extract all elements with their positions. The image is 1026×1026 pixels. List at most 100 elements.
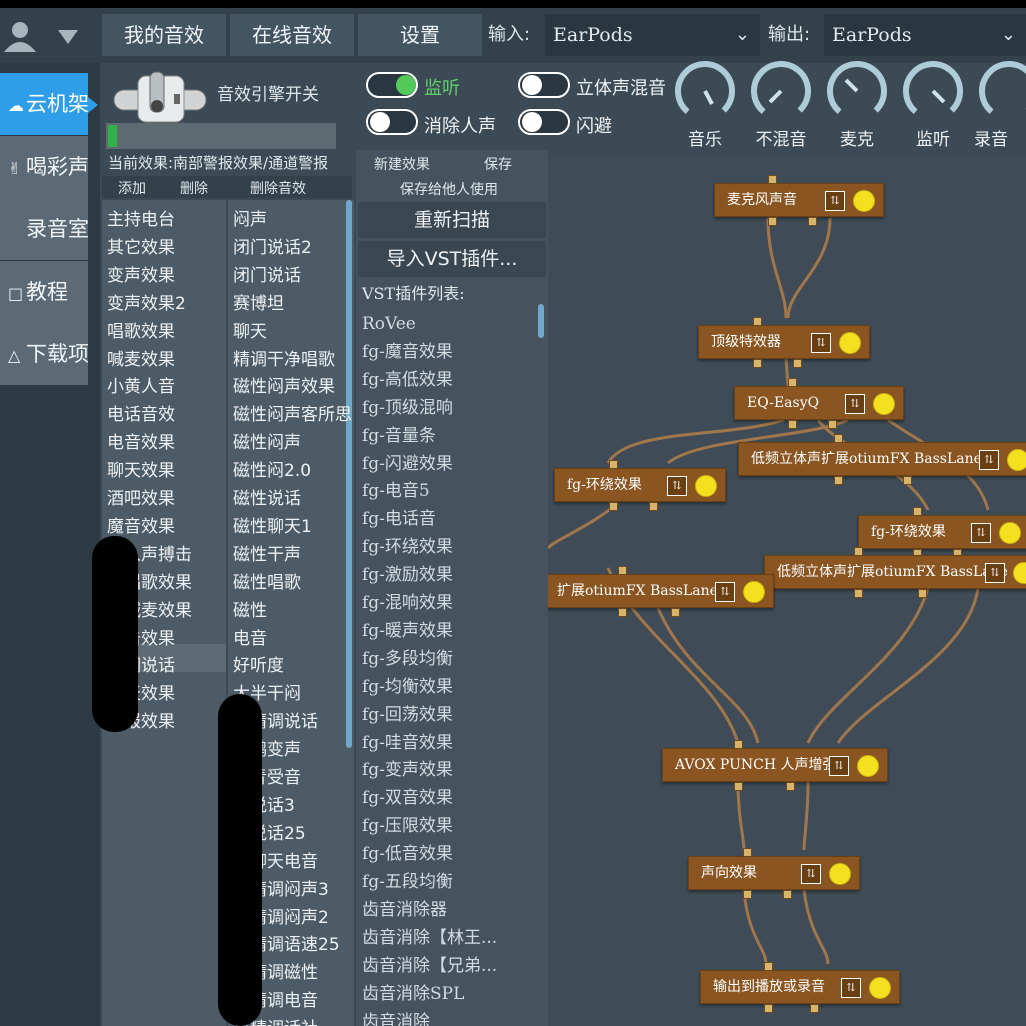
node-output-port[interactable] <box>743 890 753 899</box>
node-output-port[interactable] <box>918 589 927 598</box>
vst-plugin-item[interactable]: fg-压限效果 <box>362 812 453 840</box>
music-volume-knob[interactable] <box>674 60 736 126</box>
sidebar-item-cloud-rack[interactable]: ☁云机架 <box>0 73 88 135</box>
vst-plugin-item[interactable]: fg-低音效果 <box>362 840 453 868</box>
effect-preset-item[interactable]: 磁性闷2.0 <box>227 457 311 485</box>
node-output-port[interactable] <box>753 359 763 368</box>
delete-effect-button[interactable]: 删除 <box>180 178 208 198</box>
effect-node[interactable]: 扩展otiumFX BassLane ⇅ <box>548 574 774 608</box>
sliders-icon[interactable]: ⇅ <box>979 450 999 470</box>
effect-chain-graph[interactable]: 麦克风声音 ⇅ 顶级特效器 ⇅ EQ-EasyQ ⇅ 低频立体声扩展otiumFX Bass… <box>548 158 1026 1026</box>
effect-preset-item[interactable]: 磁性闷声效果 <box>227 373 335 401</box>
engine-switch-icon[interactable] <box>110 68 210 128</box>
import-vst-button[interactable]: 导入VST插件... <box>358 241 546 277</box>
tab-my-effects[interactable]: 我的音效 <box>102 14 226 56</box>
sliders-icon[interactable]: ⇅ <box>715 582 735 602</box>
delete-sound-button[interactable]: 删除音效 <box>250 178 306 198</box>
save-share-button[interactable]: 保存给他人使用 <box>400 179 498 199</box>
ducking-toggle[interactable] <box>518 109 570 135</box>
node-input-port[interactable] <box>788 378 798 387</box>
vst-plugin-item[interactable]: fg-顶级混响 <box>362 394 453 422</box>
node-status-dot-icon[interactable] <box>999 522 1021 544</box>
sidebar-item-studio[interactable]: 录音室 <box>0 198 88 260</box>
effect-node[interactable]: 低频立体声扩展otiumFX BassLane ⇅ <box>764 555 1026 589</box>
record-volume-knob[interactable] <box>978 60 1026 126</box>
monitor-volume-knob[interactable] <box>902 60 964 126</box>
effect-preset-item[interactable]: 闷声 <box>227 206 267 234</box>
node-status-dot-icon[interactable] <box>1007 449 1026 471</box>
vst-plugin-item[interactable]: fg-音量条 <box>362 422 436 450</box>
node-output-port[interactable] <box>782 890 792 899</box>
node-input-port[interactable] <box>913 507 923 516</box>
preset-list-scrollbar[interactable] <box>346 200 352 748</box>
output-device-select[interactable]: EarPods ⌄ <box>824 14 1026 56</box>
node-output-port[interactable] <box>648 502 658 511</box>
effect-node[interactable]: EQ-EasyQ ⇅ <box>734 386 904 420</box>
effect-preset-item[interactable]: 磁性闷声客所思 <box>227 401 352 429</box>
vst-plugin-item[interactable]: 齿音消除器 <box>362 896 447 924</box>
node-input-port[interactable] <box>768 175 778 184</box>
node-output-port[interactable] <box>609 502 619 511</box>
node-output-port[interactable] <box>834 476 843 485</box>
vst-plugin-item[interactable]: fg-电音5 <box>362 477 430 505</box>
vst-plugin-item[interactable]: fg-高低效果 <box>362 366 453 394</box>
effect-category-item[interactable]: 电话音效 <box>101 401 175 429</box>
sliders-icon[interactable]: ⇅ <box>811 333 831 353</box>
save-button[interactable]: 保存 <box>484 154 512 174</box>
node-output-port[interactable] <box>786 782 796 791</box>
effect-node[interactable]: AVOX PUNCH 人声增强 ⇅ <box>662 748 888 782</box>
node-input-port[interactable] <box>753 317 763 326</box>
effect-node[interactable]: 声向效果 ⇅ <box>688 856 860 890</box>
vst-plugin-item[interactable]: fg-变声效果 <box>362 756 453 784</box>
effect-category-item[interactable]: 小黄人音 <box>101 373 175 401</box>
effect-preset-item[interactable]: 赛博坦 <box>227 290 284 318</box>
vst-plugin-item[interactable]: fg-回荡效果 <box>362 701 453 729</box>
add-effect-button[interactable]: 添加 <box>118 178 146 198</box>
sidebar-item-cheer[interactable]: ✌ 喝彩声 <box>0 136 88 198</box>
user-avatar-icon[interactable] <box>2 18 38 52</box>
vst-plugin-item[interactable]: fg-电话音 <box>362 505 436 533</box>
node-input-port[interactable] <box>834 434 843 443</box>
node-input-port[interactable] <box>743 848 753 857</box>
vst-plugin-item[interactable]: fg-混响效果 <box>362 589 453 617</box>
no-mix-volume-knob[interactable] <box>750 60 812 126</box>
effect-category-item[interactable]: 唱歌效果 <box>101 318 175 346</box>
vst-plugin-item[interactable]: fg-哇音效果 <box>362 729 453 757</box>
tab-settings[interactable]: 设置 <box>358 14 482 56</box>
effect-preset-item[interactable]: 磁性说话 <box>227 485 301 513</box>
sidebar-item-downloads[interactable]: △ 下载项 <box>0 323 88 385</box>
node-status-dot-icon[interactable] <box>853 190 875 212</box>
node-status-dot-icon[interactable] <box>1013 562 1026 584</box>
effect-preset-item[interactable]: 闭门说话 <box>227 262 301 290</box>
node-output-port[interactable] <box>810 1004 819 1013</box>
vst-plugin-item[interactable]: fg-魔音效果 <box>362 338 453 366</box>
effect-category-item[interactable]: 喊麦效果 <box>101 346 175 374</box>
sliders-icon[interactable]: ⇅ <box>825 191 845 211</box>
node-output-port[interactable] <box>903 476 912 485</box>
effect-preset-item[interactable]: 聊天 <box>227 318 267 346</box>
effect-category-item[interactable]: 电音效果 <box>101 429 175 457</box>
node-output-port[interactable] <box>853 589 863 598</box>
effect-category-item[interactable]: 变声效果2 <box>101 290 186 318</box>
monitor-toggle[interactable] <box>366 72 418 98</box>
sliders-icon[interactable]: ⇅ <box>667 476 687 496</box>
mic-volume-knob[interactable] <box>826 60 888 126</box>
sliders-icon[interactable]: ⇅ <box>971 523 991 543</box>
effect-node[interactable]: fg-环绕效果 ⇅ <box>858 515 1026 549</box>
node-output-port[interactable] <box>827 420 837 429</box>
tab-online-effects[interactable]: 在线音效 <box>230 14 354 56</box>
effect-preset-item[interactable]: 电音 <box>227 625 267 653</box>
vst-plugin-item[interactable]: fg-暖声效果 <box>362 617 453 645</box>
node-status-dot-icon[interactable] <box>743 581 765 603</box>
effect-node[interactable]: 低频立体声扩展otiumFX BassLane ⇅ <box>738 442 1026 476</box>
input-device-select[interactable]: EarPods ⌄ <box>545 14 760 56</box>
sliders-icon[interactable]: ⇅ <box>845 394 865 414</box>
node-input-port[interactable] <box>764 962 773 971</box>
node-input-port[interactable] <box>609 460 619 469</box>
effect-preset-item[interactable]: 磁性闷声 <box>227 429 301 457</box>
sliders-icon[interactable]: ⇅ <box>801 864 821 884</box>
effect-category-item[interactable]: 变声效果 <box>101 262 175 290</box>
effect-node[interactable]: 输出到播放或录音 ⇅ <box>700 970 900 1004</box>
vst-plugin-item[interactable]: fg-五段均衡 <box>362 868 453 896</box>
effect-category-item[interactable]: 主持电台 <box>101 206 175 234</box>
